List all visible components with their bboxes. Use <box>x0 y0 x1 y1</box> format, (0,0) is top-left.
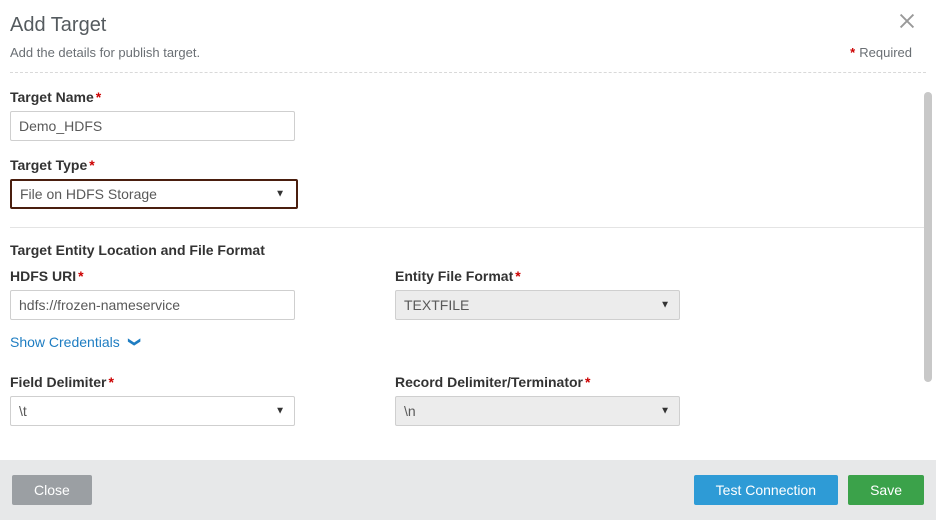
required-note: *Required <box>848 45 912 60</box>
close-button[interactable]: Close <box>12 475 92 505</box>
entity-file-format-select[interactable] <box>395 290 680 320</box>
dialog-title: Add Target <box>10 14 912 37</box>
scrollbar-thumb[interactable] <box>924 92 932 382</box>
hdfs-uri-label: HDFS URI* <box>10 268 295 284</box>
dialog-footer: Close Test Connection Save <box>0 460 936 520</box>
save-button[interactable]: Save <box>848 475 924 505</box>
divider-section <box>10 227 926 228</box>
target-name-label: Target Name* <box>10 89 926 105</box>
dialog-subtitle: Add the details for publish target. <box>10 45 200 60</box>
target-type-label: Target Type* <box>10 157 926 173</box>
chevron-down-icon: ❯ <box>128 337 142 347</box>
entity-file-format-label: Entity File Format* <box>395 268 680 284</box>
show-credentials-toggle[interactable]: Show Credentials ❯ <box>10 334 140 350</box>
hdfs-uri-input[interactable] <box>10 290 295 320</box>
form-scroll-area[interactable]: Target Name* Target Type* ▼ Target Entit… <box>0 73 936 443</box>
close-icon[interactable] <box>896 10 918 37</box>
target-type-select[interactable] <box>10 179 298 209</box>
record-delimiter-label: Record Delimiter/Terminator* <box>395 374 680 390</box>
show-credentials-label: Show Credentials <box>10 334 120 350</box>
test-connection-button[interactable]: Test Connection <box>694 475 838 505</box>
field-delimiter-label: Field Delimiter* <box>10 374 295 390</box>
record-delimiter-select[interactable] <box>395 396 680 426</box>
section-location-label: Target Entity Location and File Format <box>10 242 926 258</box>
scrollbar[interactable] <box>924 92 932 392</box>
field-delimiter-select[interactable] <box>10 396 295 426</box>
target-name-input[interactable] <box>10 111 295 141</box>
